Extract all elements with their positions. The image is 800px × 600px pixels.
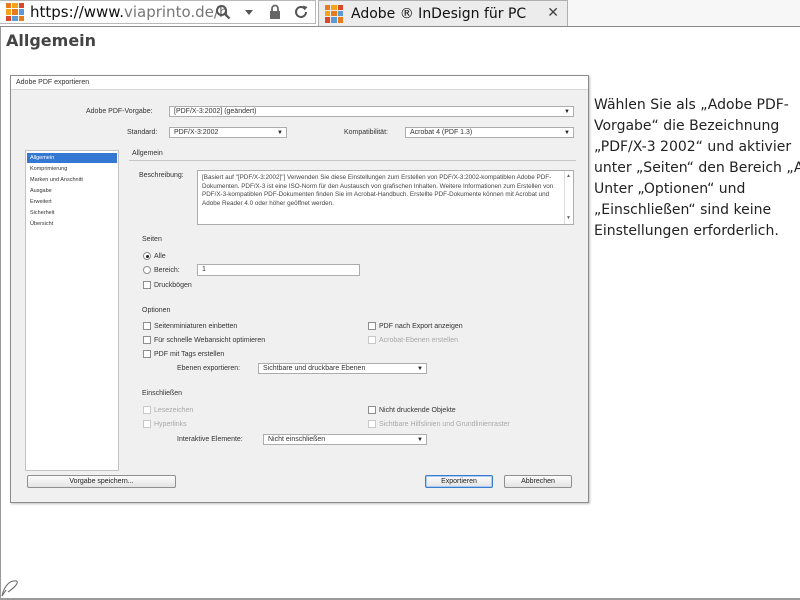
instruction-line: unter „Seiten“ den Bereich „A (594, 160, 800, 176)
spreads-label: Druckbögen (154, 282, 192, 289)
interactive-elements-label: Interaktive Elemente: (177, 436, 243, 443)
save-preset-button[interactable]: Vorgabe speichern... (27, 475, 176, 488)
category-item-ausgabe[interactable]: Ausgabe (27, 186, 117, 196)
pen-scribble-icon (0, 578, 22, 598)
fastweb-label: Für schnelle Webansicht optimieren (154, 337, 266, 344)
category-item-marken[interactable]: Marken und Anschnitt (27, 175, 117, 185)
description-text: [Basiert auf "[PDF/X-3:2002]"] Verwenden… (202, 174, 554, 207)
pages-all-radio[interactable] (143, 252, 151, 260)
instruction-line: Vorgabe“ die Bezeichnung (594, 118, 780, 134)
settings-category-list: Allgemein Komprimierung Marken und Ansch… (25, 150, 119, 471)
chevron-down-icon: ▼ (564, 109, 570, 115)
cancel-button[interactable]: Abbrechen (504, 475, 572, 488)
compat-value: Acrobat 4 (PDF 1.3) (410, 129, 473, 136)
dialog-title: Adobe PDF exportieren (16, 79, 90, 86)
close-tab-icon[interactable]: ✕ (547, 5, 559, 21)
interactive-elements-select[interactable]: Nicht einschließen ▼ (263, 434, 427, 445)
instruction-text: Wählen Sie als „Adobe PDF- Vorgabe“ die … (594, 95, 800, 242)
address-bar[interactable]: https://www.viaprinto.de/h (0, 0, 316, 24)
category-item-sicherheit[interactable]: Sicherheit (27, 208, 117, 218)
fastweb-checkbox[interactable] (143, 336, 151, 344)
acrobat-layers-checkbox (368, 336, 376, 344)
interactive-elements-value: Nicht einschließen (268, 436, 326, 443)
category-item-komprimierung[interactable]: Komprimierung (27, 164, 117, 174)
url-text[interactable]: https://www.viaprinto.de/h (30, 3, 228, 21)
pages-range-input[interactable]: 1 (197, 264, 360, 276)
category-item-allgemein[interactable]: Allgemein (27, 153, 117, 163)
chevron-down-icon: ▼ (277, 130, 283, 136)
thumbnails-checkbox[interactable] (143, 322, 151, 330)
include-section-title: Einschließen (142, 390, 183, 397)
pages-all-label: Alle (154, 253, 166, 260)
refresh-icon[interactable] (293, 4, 309, 20)
preset-select[interactable]: [PDF/X-3:2002] (geändert) ▼ (169, 106, 574, 117)
tab-strip-empty[interactable] (568, 0, 800, 26)
pdf-export-dialog: Adobe PDF exportieren Adobe PDF-Vorgabe:… (10, 75, 589, 503)
scroll-down-icon[interactable]: ▼ (566, 214, 571, 223)
acrobat-layers-label: Acrobat-Ebenen erstellen (379, 337, 458, 344)
tagged-pdf-checkbox[interactable] (143, 350, 151, 358)
thumbnails-label: Seitenminiaturen einbetten (154, 323, 238, 330)
compat-select[interactable]: Acrobat 4 (PDF 1.3) ▼ (405, 127, 574, 138)
bookmarks-checkbox (143, 406, 151, 414)
standard-select[interactable]: PDF/X-3:2002 ▼ (169, 127, 287, 138)
nonprinting-objects-checkbox[interactable] (368, 406, 376, 414)
url-prefix: https://www. (30, 3, 124, 21)
chevron-down-icon: ▼ (417, 437, 423, 443)
options-section-title: Optionen (142, 307, 171, 314)
chevron-down-icon: ▼ (564, 130, 570, 136)
tab-title: Adobe ® InDesign für PC (351, 5, 527, 22)
view-after-export-label: PDF nach Export anzeigen (379, 323, 463, 330)
standard-label: Standard: (127, 129, 158, 136)
page-title: Allgemein (6, 31, 97, 50)
standard-value: PDF/X-3:2002 (174, 129, 219, 136)
panel-title: Allgemein (129, 150, 576, 161)
tab-favicon-icon (325, 4, 343, 23)
browser-tab[interactable]: Adobe ® InDesign für PC ✕ (318, 0, 568, 26)
compat-label: Kompatibilität: (344, 129, 388, 136)
browser-toolbar: https://www.viaprinto.de/h Adobe ® InDes… (0, 0, 800, 27)
page-divider (0, 27, 1, 600)
guides-label: Sichtbare Hilfslinien und Grundlinienras… (379, 421, 510, 428)
pages-range-radio[interactable] (143, 266, 151, 274)
guides-checkbox (368, 420, 376, 428)
hyperlinks-label: Hyperlinks (154, 421, 187, 428)
url-domain: viaprinto.de/h (123, 3, 229, 21)
category-item-uebersicht[interactable]: Übersicht (27, 219, 117, 229)
hyperlinks-checkbox (143, 420, 151, 428)
tagged-pdf-label: PDF mit Tags erstellen (154, 351, 225, 358)
export-layers-value: Sichtbare und druckbare Ebenen (263, 365, 366, 372)
description-textarea[interactable]: [Basiert auf "[PDF/X-3:2002]"] Verwenden… (197, 170, 574, 225)
nonprinting-objects-label: Nicht druckende Objekte (379, 407, 456, 414)
dropdown-arrow-icon[interactable] (241, 4, 257, 20)
instruction-line: „PDF/X-3 2002“ und aktivier (594, 139, 792, 155)
export-button[interactable]: Exportieren (425, 475, 493, 488)
instruction-line: Einstellungen erforderlich. (594, 223, 779, 239)
description-scrollbar[interactable]: ▲ ▼ (564, 171, 573, 224)
export-layers-label: Ebenen exportieren: (177, 365, 241, 372)
instruction-line: Unter „Optionen“ und (594, 181, 746, 197)
chevron-down-icon: ▼ (417, 366, 423, 372)
instruction-line: „Einschließen“ sind keine (594, 202, 772, 218)
pages-section-title: Seiten (142, 236, 162, 243)
bookmarks-label: Lesezeichen (154, 407, 194, 414)
preset-value: [PDF/X-3:2002] (geändert) (174, 108, 257, 115)
export-layers-select[interactable]: Sichtbare und druckbare Ebenen ▼ (258, 363, 427, 374)
dialog-titlebar: Adobe PDF exportieren (11, 76, 588, 90)
spreads-checkbox[interactable] (143, 281, 151, 289)
lock-icon (267, 4, 283, 20)
site-favicon-icon (6, 3, 24, 21)
view-after-export-checkbox[interactable] (368, 322, 376, 330)
scroll-up-icon[interactable]: ▲ (566, 172, 571, 181)
description-label: Beschreibung: (139, 172, 184, 179)
pages-range-label: Bereich: (154, 267, 180, 274)
category-item-erweitert[interactable]: Erweitert (27, 197, 117, 207)
instruction-line: Wählen Sie als „Adobe PDF- (594, 97, 789, 113)
preset-label: Adobe PDF-Vorgabe: (86, 108, 153, 115)
search-icon[interactable] (215, 4, 231, 20)
